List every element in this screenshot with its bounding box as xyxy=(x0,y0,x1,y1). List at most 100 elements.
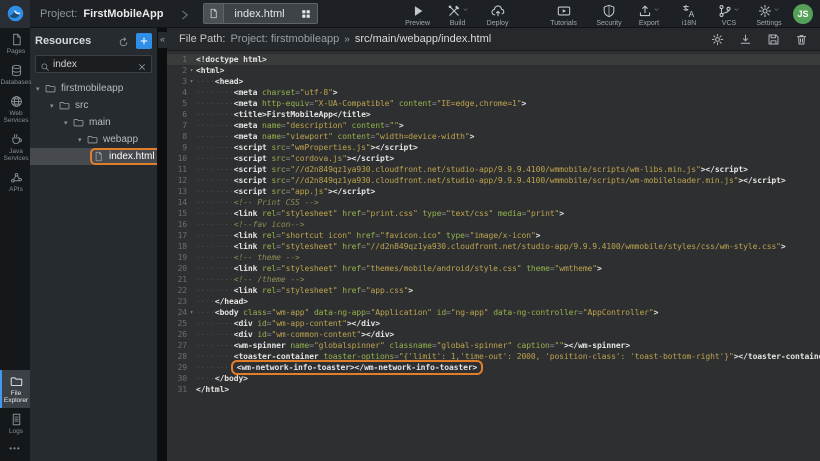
code-token: ></toaster-container> xyxy=(734,352,820,361)
tree-item-webapp[interactable]: ▾webapp xyxy=(30,131,157,148)
tool-tutorials[interactable]: Tutorials xyxy=(544,0,584,28)
tool-label: i18N xyxy=(682,20,696,28)
save-file-button[interactable] xyxy=(767,33,780,46)
tab-index-html[interactable]: index.html xyxy=(203,3,317,24)
code-line-27[interactable]: 27········<wm-spinner name="globalspinne… xyxy=(167,340,820,351)
code-token: <title> xyxy=(234,110,267,119)
code-line-10[interactable]: 10········<script src="cordova.js"></scr… xyxy=(167,153,820,164)
code-line-3[interactable]: 3▾····<head> xyxy=(167,76,820,87)
download-file-button[interactable] xyxy=(739,33,752,46)
line-number: 15 xyxy=(167,208,187,219)
fold-gutter xyxy=(187,230,196,241)
code-line-23[interactable]: 23····</head> xyxy=(167,296,820,307)
code-line-21[interactable]: 21········<!-- /theme --> xyxy=(167,274,820,285)
search-input[interactable] xyxy=(53,59,137,70)
code-line-15[interactable]: 15········<link rel="stylesheet" href="p… xyxy=(167,208,820,219)
code-line-2[interactable]: 2▾<html> xyxy=(167,65,820,76)
resource-search-box xyxy=(35,55,152,73)
code-line-6[interactable]: 6········<title>FirstMobileApp</title> xyxy=(167,109,820,120)
code-line-content: ········<wm-spinner name="globalspinner"… xyxy=(196,340,820,351)
tool-label: Tutorials xyxy=(550,20,577,28)
sidebar-item-file-explorer[interactable]: File Explorer xyxy=(0,370,30,408)
tree-expand-icon[interactable]: ▾ xyxy=(64,119,73,127)
folder-icon xyxy=(73,117,85,128)
code-line-18[interactable]: 18········<link rel="stylesheet" href="/… xyxy=(167,241,820,252)
fold-icon[interactable]: ▾ xyxy=(187,307,196,318)
sidebar-item-label: Java Services xyxy=(2,148,30,162)
code-token: "{'limit': 1,'time-out': 2000, 'position… xyxy=(399,352,734,361)
add-resource-button[interactable] xyxy=(136,33,152,49)
code-line-12[interactable]: 12········<script src="//d2n849qz1ya930.… xyxy=(167,175,820,186)
tree-item-main[interactable]: ▾main xyxy=(30,114,157,131)
code-line-13[interactable]: 13········<script src="app.js"></script> xyxy=(167,186,820,197)
code-token: </body> xyxy=(215,374,248,383)
tree-item-src[interactable]: ▾src xyxy=(30,97,157,114)
tree-expand-icon[interactable]: ▾ xyxy=(78,136,87,144)
code-line-content: ········<!-- theme --> xyxy=(196,252,820,263)
code-line-5[interactable]: 5········<meta http-equiv="X-UA-Compatib… xyxy=(167,98,820,109)
tool-i18n[interactable]: Ai18N xyxy=(669,0,709,28)
code-token: "wmProperties.js" xyxy=(290,143,370,152)
sidebar-item-apis[interactable]: APIs xyxy=(0,166,30,197)
tool-build[interactable]: Build xyxy=(438,0,478,28)
code-line-20[interactable]: 20········<link rel="stylesheet" href="t… xyxy=(167,263,820,274)
collapse-panel-icon[interactable]: « xyxy=(158,32,167,48)
code-line-29[interactable]: 29········<wm-network-info-toaster></wm-… xyxy=(167,362,820,373)
file-settings-button[interactable] xyxy=(711,33,724,46)
code-line-30[interactable]: 30····</body> xyxy=(167,373,820,384)
code-token: <meta xyxy=(234,132,258,141)
code-line-31[interactable]: 31</html> xyxy=(167,384,820,395)
code-area[interactable]: 1<!doctype html>2▾<html>3▾····<head>4···… xyxy=(167,51,820,461)
fold-icon[interactable]: ▾ xyxy=(187,76,196,87)
code-line-1[interactable]: 1<!doctype html> xyxy=(167,54,820,65)
indent-whitespace: ········ xyxy=(196,330,234,339)
code-line-14[interactable]: 14········<!-- Print CSS --> xyxy=(167,197,820,208)
pages-icon xyxy=(10,33,23,46)
code-line-content: ········<link rel="stylesheet" href="app… xyxy=(196,285,820,296)
tree-expand-icon[interactable]: ▾ xyxy=(36,85,45,93)
code-line-9[interactable]: 9········<script src="wmProperties.js"><… xyxy=(167,142,820,153)
code-token: > xyxy=(408,286,413,295)
code-token: name xyxy=(257,132,281,141)
code-line-25[interactable]: 25········<div id="wm-app-content"></div… xyxy=(167,318,820,329)
code-line-28[interactable]: 28········<toaster-container toaster-opt… xyxy=(167,351,820,362)
tree-item-firstmobileapp[interactable]: ▾firstmobileapp xyxy=(30,80,157,97)
sidebar-item-web-services[interactable]: Web Services xyxy=(0,90,30,128)
code-line-24[interactable]: 24▾····<body class="wm-app" data-ng-app=… xyxy=(167,307,820,318)
tool-deploy[interactable]: Deploy xyxy=(478,0,518,28)
tree-item-index.html[interactable]: index.html xyxy=(30,148,157,165)
code-token: "themes/mobile/android/style.css" xyxy=(366,264,522,273)
project-indicator[interactable]: Project: FirstMobileApp xyxy=(40,8,163,20)
user-avatar[interactable]: JS xyxy=(793,4,813,24)
code-line-19[interactable]: 19········<!-- theme --> xyxy=(167,252,820,263)
code-line-17[interactable]: 17········<link rel="shortcut icon" href… xyxy=(167,230,820,241)
delete-file-button[interactable] xyxy=(795,33,808,46)
refresh-icon[interactable] xyxy=(118,35,129,46)
fold-gutter xyxy=(187,175,196,186)
tool-settings[interactable]: Settings xyxy=(749,0,789,28)
code-line-7[interactable]: 7········<meta name="description" conten… xyxy=(167,120,820,131)
clear-search-icon[interactable] xyxy=(137,59,147,69)
sidebar-item-logs[interactable]: Logs xyxy=(0,408,30,439)
sidebar-item-pages[interactable]: Pages xyxy=(0,28,30,59)
code-line-26[interactable]: 26········<div id="wm-common-content"></… xyxy=(167,329,820,340)
code-line-8[interactable]: 8········<meta name="viewport" content="… xyxy=(167,131,820,142)
tree-expand-icon[interactable]: ▾ xyxy=(50,102,59,110)
code-line-16[interactable]: 16········<!--fav icon--> xyxy=(167,219,820,230)
grid-icon[interactable] xyxy=(295,4,317,23)
sidebar-item-databases[interactable]: Databases xyxy=(0,59,30,90)
indent-whitespace: ···· xyxy=(196,77,215,86)
code-line-22[interactable]: 22········<link rel="stylesheet" href="a… xyxy=(167,285,820,296)
tool-vcs[interactable]: VCS xyxy=(709,0,749,28)
code-line-11[interactable]: 11········<script src="//d2n849qz1ya930.… xyxy=(167,164,820,175)
sidebar-item-java-services[interactable]: Java Services xyxy=(0,128,30,166)
fold-icon[interactable]: ▾ xyxy=(187,65,196,76)
tool-preview[interactable]: Preview xyxy=(398,0,438,28)
panel-divider[interactable]: « xyxy=(158,28,167,461)
tool-export[interactable]: Export xyxy=(629,0,669,28)
tool-security[interactable]: Security xyxy=(589,0,629,28)
code-line-4[interactable]: 4········<meta charset="utf-8"> xyxy=(167,87,820,98)
wavemaker-logo[interactable] xyxy=(0,0,30,28)
fold-gutter xyxy=(187,252,196,263)
more-options-button[interactable]: ••• xyxy=(0,439,30,461)
